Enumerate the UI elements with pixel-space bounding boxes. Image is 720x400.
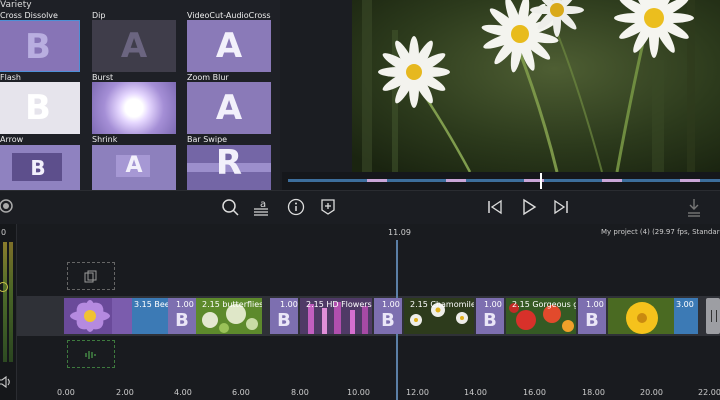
skip-previous-icon[interactable] <box>485 198 505 218</box>
tile-glyph: A <box>215 88 243 128</box>
ruler-label: 0.00 <box>57 388 75 397</box>
clip-end[interactable]: 3.00 <box>674 298 698 334</box>
panel-divider <box>280 0 352 172</box>
export-icon[interactable] <box>686 197 706 217</box>
tile-glyph: B <box>25 88 51 128</box>
clip-label: 2.15 butterflies on <box>202 300 262 309</box>
tile-glyph: B <box>25 27 51 67</box>
project-info: My project (4) (29.97 fps, Standard - Re… <box>601 228 720 236</box>
tile-label: Arrow <box>0 135 24 144</box>
scrub-marker <box>367 179 387 182</box>
tile-label: Cross Dissolve <box>0 11 58 20</box>
transition-tile-flash[interactable]: B <box>0 82 80 134</box>
scrub-marker <box>446 179 466 182</box>
tile-label: Flash <box>0 73 21 82</box>
scrub-marker <box>602 179 622 182</box>
tile-glyph: A <box>125 153 143 178</box>
transition-duration: 1.00 <box>176 300 194 309</box>
tile-glyph: A <box>215 26 243 66</box>
transition-tile-arrow[interactable]: B <box>0 145 80 190</box>
transition-duration: 1.00 <box>586 300 604 309</box>
meter-bar <box>9 242 13 362</box>
ruler-label: 14.00 <box>464 388 487 397</box>
timeline-left-marker: 0 <box>1 228 7 237</box>
info-icon[interactable] <box>286 198 306 218</box>
layer-icon <box>84 269 98 288</box>
clip-label: 3.15 Bee <box>134 300 168 309</box>
transition-category-title: Variety <box>0 0 32 10</box>
scrub-track[interactable] <box>288 179 720 182</box>
skip-next-icon[interactable] <box>551 198 571 218</box>
tile-glyph: R <box>215 145 243 183</box>
tile-label: Bar Swipe <box>187 135 228 144</box>
clip-label: 2.15 HD Flowers <box>306 300 372 309</box>
ruler-label: 10.00 <box>347 388 370 397</box>
speaker-icon[interactable] <box>0 374 12 393</box>
add-marker-icon[interactable] <box>318 198 338 218</box>
transition-tile-burst[interactable] <box>92 82 176 134</box>
tile-label: Shrink <box>92 135 118 144</box>
scrub-marker <box>680 179 700 182</box>
tile-label: Burst <box>92 73 114 82</box>
ruler-label: 16.00 <box>523 388 546 397</box>
play-icon[interactable] <box>519 198 539 218</box>
tile-glyph: B <box>30 156 46 180</box>
clip-bee[interactable] <box>64 298 132 334</box>
meter-bar <box>3 242 7 362</box>
clip-thumbnail <box>608 298 674 334</box>
tile-label: VideoCut-AudioCross <box>187 11 271 20</box>
ruler-label: 2.00 <box>116 388 134 397</box>
clip-gorgeous-garden[interactable]: 2.15 Gorgeous ga <box>506 298 576 334</box>
tile-label: Zoom Blur <box>187 73 229 82</box>
clip-yellow-flower[interactable] <box>608 298 674 334</box>
ruler-label: 4.00 <box>174 388 192 397</box>
text-style-icon[interactable]: a <box>252 197 272 217</box>
ruler-label: 18.00 <box>582 388 605 397</box>
transition-duration: 1.00 <box>280 300 298 309</box>
record-icon[interactable] <box>0 198 16 218</box>
clip-label: 2.15 Chamomile <box>410 300 474 309</box>
clip-thumbnail <box>64 298 132 334</box>
transition-tile-bar-swipe[interactable]: R <box>187 145 271 190</box>
ruler-label: 6.00 <box>232 388 250 397</box>
transition-duration: 1.00 <box>382 300 400 309</box>
clip-end-handle[interactable] <box>706 298 720 334</box>
tile-glyph: A <box>120 26 148 66</box>
svg-text:a: a <box>260 199 266 210</box>
tile-label: Dip <box>92 11 106 20</box>
audio-track-slot[interactable] <box>67 340 115 368</box>
clip-chamomile[interactable]: 2.15 Chamomile <box>404 298 474 334</box>
transition-tile-videocut-audiocross[interactable]: A <box>187 20 271 72</box>
preview-scrub-bar[interactable] <box>282 172 720 190</box>
transition-browser: Variety Cross Dissolve B Dip A VideoCut-… <box>0 0 280 190</box>
control-bar: a <box>0 190 720 225</box>
ruler-label: 12.00 <box>406 388 429 397</box>
scrub-playhead[interactable] <box>540 173 542 189</box>
transition-tile-cross-dissolve[interactable]: B <box>0 20 80 72</box>
transition-duration: 1.00 <box>484 300 502 309</box>
transition-tile-shrink[interactable]: A <box>92 145 176 190</box>
transition-tile-zoom-blur[interactable]: A <box>187 82 271 134</box>
handle-grip <box>711 310 717 322</box>
transition-tile-dip[interactable]: A <box>92 20 176 72</box>
audio-wave-icon <box>84 347 98 366</box>
clip-hd-flowers[interactable]: 2.15 HD Flowers <box>300 298 372 334</box>
clip-butterflies[interactable]: 2.15 butterflies on <box>196 298 262 334</box>
overlay-track-slot[interactable] <box>67 262 115 290</box>
daisy-frame-image <box>352 0 720 172</box>
playhead-time: 11.09 <box>388 228 411 237</box>
ruler-label: 8.00 <box>291 388 309 397</box>
transition-search-icon[interactable] <box>220 198 240 218</box>
video-preview[interactable] <box>352 0 720 172</box>
ruler-label: 22.00 <box>698 388 720 397</box>
ruler-label: 20.00 <box>640 388 663 397</box>
clip-label: 3.00 <box>676 300 694 309</box>
clip-bee-tail[interactable]: 3.15 Bee <box>132 298 168 334</box>
clip-label: 2.15 Gorgeous ga <box>512 300 576 309</box>
